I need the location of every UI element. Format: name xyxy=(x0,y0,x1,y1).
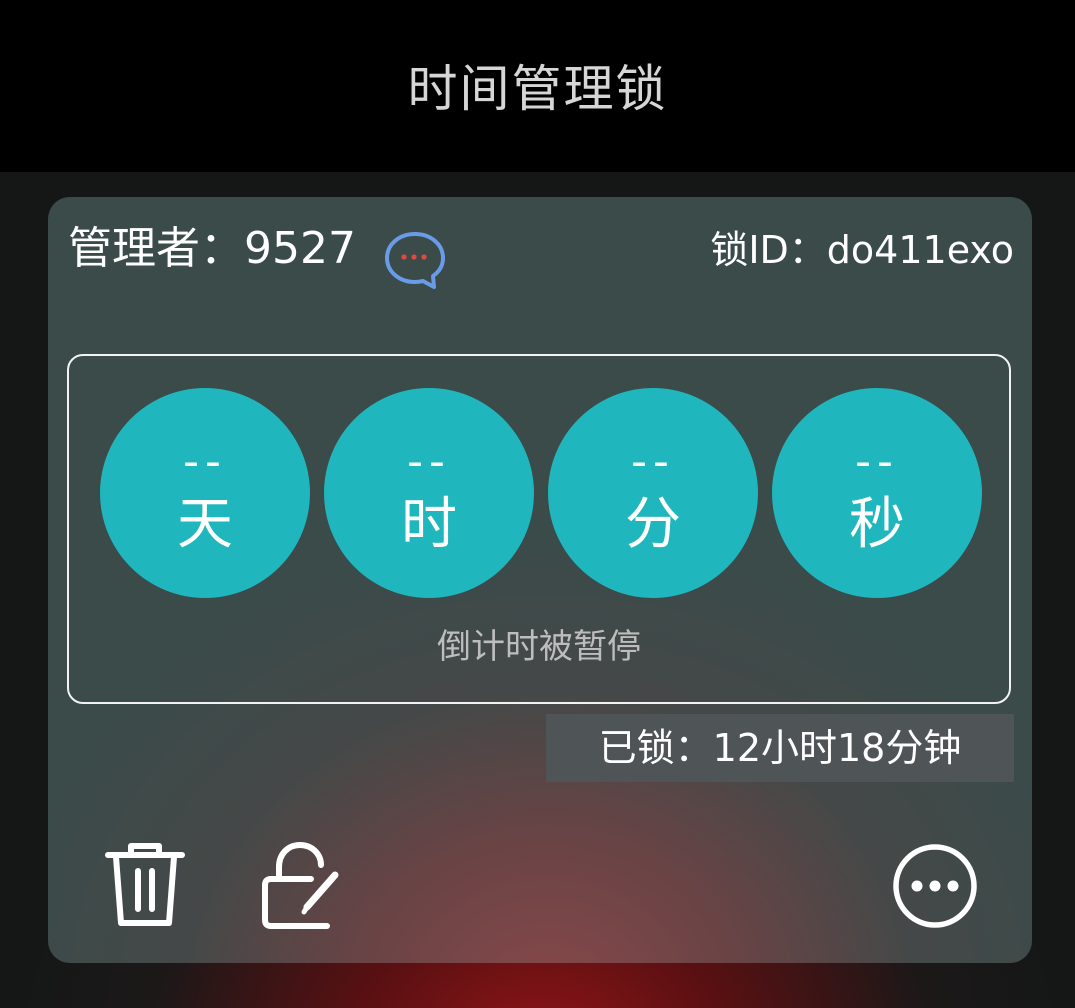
countdown-hours: -- 时 xyxy=(324,388,534,598)
countdown-days-value: -- xyxy=(183,436,227,487)
countdown-status-text: 倒计时被暂停 xyxy=(437,627,641,667)
countdown-hours-value: -- xyxy=(407,436,451,487)
trash-icon[interactable] xyxy=(104,839,186,931)
countdown-minutes-value: -- xyxy=(631,436,675,487)
more-horizontal-icon[interactable] xyxy=(891,842,979,930)
countdown-hours-unit: 时 xyxy=(401,492,457,557)
manager-label: 管理者：9527 xyxy=(68,223,356,274)
lock-card: 管理者：9527 锁ID：do411exo -- 天 -- 时 -- 分 -- xyxy=(48,197,1032,963)
countdown-seconds: -- 秒 xyxy=(772,388,982,598)
locked-duration-badge: 已锁：12小时18分钟 xyxy=(546,714,1014,782)
countdown-days-unit: 天 xyxy=(177,492,233,557)
countdown-seconds-value: -- xyxy=(855,436,899,487)
unlock-edit-icon[interactable] xyxy=(261,841,345,931)
countdown-panel: -- 天 -- 时 -- 分 -- 秒 倒计时被暂停 xyxy=(67,354,1011,704)
title-bar: 时间管理锁 xyxy=(0,0,1075,172)
screen: 时间管理锁 管理者：9527 锁ID：do411exo -- 天 -- 时 --… xyxy=(0,0,1075,1008)
countdown-minutes: -- 分 xyxy=(548,388,758,598)
countdown-seconds-unit: 秒 xyxy=(849,492,905,557)
chat-bubble-icon[interactable] xyxy=(384,230,446,290)
lock-id-label: 锁ID：do411exo xyxy=(710,228,1014,272)
page-title: 时间管理锁 xyxy=(407,60,668,118)
countdown-days: -- 天 xyxy=(100,388,310,598)
countdown-minutes-unit: 分 xyxy=(625,492,681,557)
